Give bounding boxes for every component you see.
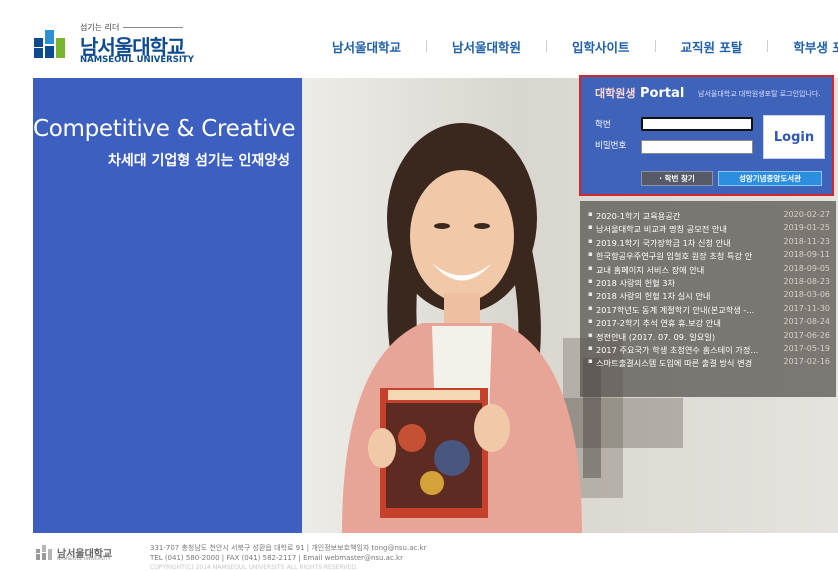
notice-item[interactable]: ▪ 2017-2학기 추석 연휴 휴.보강 안내 2017-08-24 bbox=[580, 317, 836, 330]
notice-date: 2018-03-06 bbox=[783, 290, 831, 300]
bullet-icon: ▪ bbox=[588, 330, 593, 339]
notice-date: 2019-01-25 bbox=[783, 223, 831, 233]
nav-divider bbox=[546, 40, 548, 52]
hero-tagline-korean: 차세대 기업형 섬기는 인재양성 bbox=[107, 153, 290, 169]
university-logo[interactable]: 섬기는 리더 남서울대학교 NAMSEOUL UNIVERSITY bbox=[32, 22, 202, 65]
bullet-icon: ▪ bbox=[588, 223, 593, 232]
bullet-icon: ▪ bbox=[588, 290, 593, 299]
hero-tagline-english: Competitive & Creative bbox=[33, 116, 296, 142]
student-id-label: 학번 bbox=[595, 120, 611, 130]
student-id-input[interactable] bbox=[641, 117, 753, 131]
notice-item[interactable]: ▪ 2018 사랑의 헌혈 1차 실시 안내 2018-03-06 bbox=[580, 290, 836, 303]
notice-date: 2020-02-27 bbox=[783, 210, 831, 219]
notice-date: 2017-02-16 bbox=[783, 357, 831, 367]
notice-title[interactable]: 2020-1학기 교육용공간 bbox=[596, 210, 768, 222]
footer-logo-text-english: NAMSEOUL UNIVERSITY bbox=[57, 557, 111, 562]
notice-date: 2018-09-05 bbox=[783, 263, 831, 273]
notice-title[interactable]: 남서울대학교 비교과 명칭 공모전 안내 bbox=[596, 223, 768, 235]
notice-title[interactable]: 스마트출결시스템 도입에 따른 출결 방식 변경 bbox=[596, 357, 768, 369]
notice-item[interactable]: ▪ 2019.1학기 국가장학금 1차 신청 안내 2018-11-23 bbox=[580, 237, 836, 250]
notice-title[interactable]: 2017-2학기 추석 연휴 휴.보강 안내 bbox=[596, 317, 768, 329]
notice-item[interactable]: ▪ 교내 홈페이지 서비스 장애 안내 2018-09-05 bbox=[580, 264, 836, 277]
notice-item[interactable]: ▪ 한국항공우주연구원 임철호 원장 초청 특강 안 2018-09-11 bbox=[580, 250, 836, 263]
find-student-id-button[interactable]: · 학번 찾기 bbox=[641, 171, 713, 186]
nav-divider bbox=[654, 40, 656, 52]
site-header: 섬기는 리더 남서울대학교 NAMSEOUL UNIVERSITY 남서울대학교… bbox=[0, 0, 838, 78]
bullet-icon: ▪ bbox=[588, 250, 593, 259]
notice-title[interactable]: 한국항공우주연구원 임철호 원장 초청 특강 안 bbox=[596, 250, 768, 262]
notice-date: 2017-05-19 bbox=[783, 343, 831, 353]
portal-title-korean: 대학원생 bbox=[595, 87, 636, 100]
notice-list: ▪ 2020-1학기 교육용공간 2020-02-27 ▪ 남서울대학교 비교과 명칭… bbox=[580, 201, 836, 397]
nav-link-staff-portal[interactable]: 교직원 포탈 bbox=[681, 37, 743, 56]
bullet-icon: ▪ bbox=[588, 343, 593, 352]
notice-title[interactable]: 2019.1학기 국가장학금 1차 신청 안내 bbox=[596, 237, 768, 249]
student-photo-image bbox=[342, 123, 582, 533]
portal-title-english: Portal bbox=[640, 86, 685, 101]
notice-title[interactable]: 교내 홈페이지 서비스 장애 안내 bbox=[596, 264, 768, 276]
notice-date: 2017-11-30 bbox=[783, 303, 831, 313]
notice-title[interactable]: 2018 사랑의 헌혈 3차 bbox=[596, 277, 768, 289]
notice-item[interactable]: ▪ 2017 주요국가 학생 초청연수 홈스테이 가정... 2017-05-19 bbox=[580, 344, 836, 357]
bullet-icon: ▪ bbox=[588, 303, 593, 312]
notice-title[interactable]: 2017 주요국가 학생 초청연수 홈스테이 가정... bbox=[596, 344, 768, 356]
footer-contact: TEL (041) 580-2000 | FAX (041) 582-2117 … bbox=[150, 554, 403, 562]
bullet-icon: ▪ bbox=[588, 263, 593, 272]
notice-date: 2018-11-23 bbox=[783, 236, 831, 246]
footer-copyright: COPYRIGHT(C) 2014 NAMSEOUL UNIVERSITY. A… bbox=[150, 564, 358, 571]
nav-link-undergraduate-portal[interactable]: 학부생 포탈 bbox=[793, 37, 838, 56]
nav-link-namseoul-university[interactable]: 남서울대학교 bbox=[332, 37, 401, 56]
notice-date: 2017-06-26 bbox=[783, 330, 831, 340]
site-footer: 남서울대학교 NAMSEOUL UNIVERSITY 331-707 충청남도 … bbox=[0, 533, 838, 571]
notice-title[interactable]: 정전안내 (2017. 07. 09. 일요일) bbox=[596, 331, 768, 343]
bullet-icon: ▪ bbox=[588, 357, 593, 366]
notice-title[interactable]: 2017학년도 동계 계절학기 안내(본교학생 -... bbox=[596, 304, 768, 316]
notice-item[interactable]: ▪ 2017학년도 동계 계절학기 안내(본교학생 -... 2017-11-30 bbox=[580, 304, 836, 317]
nav-link-graduate-school[interactable]: 남서울대학원 bbox=[452, 37, 521, 56]
logo-name-english: NAMSEOUL UNIVERSITY bbox=[80, 55, 194, 65]
notice-date: 2017-08-24 bbox=[783, 317, 831, 327]
graduate-portal-login-box: 대학원생 Portal 남서울대학교 대학원생포탈 로그인입니다. 학번 비밀번… bbox=[579, 75, 834, 196]
portal-description: 남서울대학교 대학원생포탈 로그인입니다. bbox=[698, 90, 821, 98]
footer-address: 331-707 충청남도 천안시 서북구 성환읍 대학로 91 | 개인정보보호… bbox=[150, 544, 427, 552]
notice-date: 2018-08-23 bbox=[783, 276, 831, 286]
login-button[interactable]: Login bbox=[763, 115, 825, 159]
password-label: 비밀번호 bbox=[595, 141, 627, 151]
footer-info: 331-707 충청남도 천안시 서북구 성환읍 대학로 91 | 개인정보보호… bbox=[150, 543, 427, 571]
notice-item[interactable]: ▪ 정전안내 (2017. 07. 09. 일요일) 2017-06-26 bbox=[580, 331, 836, 344]
hero-blue-panel: Competitive & Creative 차세대 기업형 섬기는 인재양성 bbox=[33, 78, 302, 533]
nav-divider bbox=[767, 40, 769, 52]
portal-title: 대학원생 Portal bbox=[595, 85, 684, 101]
notice-item[interactable]: ▪ 2020-1학기 교육용공간 2020-02-27 bbox=[580, 210, 836, 223]
bullet-icon: ▪ bbox=[588, 236, 593, 245]
footer-emblem-icon bbox=[36, 545, 52, 560]
bullet-icon: ▪ bbox=[588, 210, 593, 218]
bullet-icon: ▪ bbox=[588, 317, 593, 326]
password-input[interactable] bbox=[641, 140, 753, 154]
notice-item[interactable]: ▪ 2018 사랑의 헌혈 3차 2018-08-23 bbox=[580, 277, 836, 290]
notice-title[interactable]: 2018 사랑의 헌혈 1차 실시 안내 bbox=[596, 290, 768, 302]
university-emblem-icon bbox=[34, 30, 65, 58]
nav-link-admissions[interactable]: 입학사이트 bbox=[572, 37, 630, 56]
central-library-button[interactable]: 성암기념중앙도서관 bbox=[718, 171, 822, 186]
top-navigation: 남서울대학교 남서울대학원 입학사이트 교직원 포탈 학부생 포탈 bbox=[332, 37, 838, 56]
footer-logo: 남서울대학교 NAMSEOUL UNIVERSITY bbox=[35, 543, 125, 565]
notice-item[interactable]: ▪ 남서울대학교 비교과 명칭 공모전 안내 2019-01-25 bbox=[580, 223, 836, 236]
notice-date: 2018-09-11 bbox=[783, 250, 831, 260]
bullet-icon: ▪ bbox=[588, 276, 593, 285]
nav-divider bbox=[426, 40, 428, 52]
notice-item[interactable]: ▪ 스마트출결시스템 도입에 따른 출결 방식 변경 2017-02-16 bbox=[580, 357, 836, 370]
